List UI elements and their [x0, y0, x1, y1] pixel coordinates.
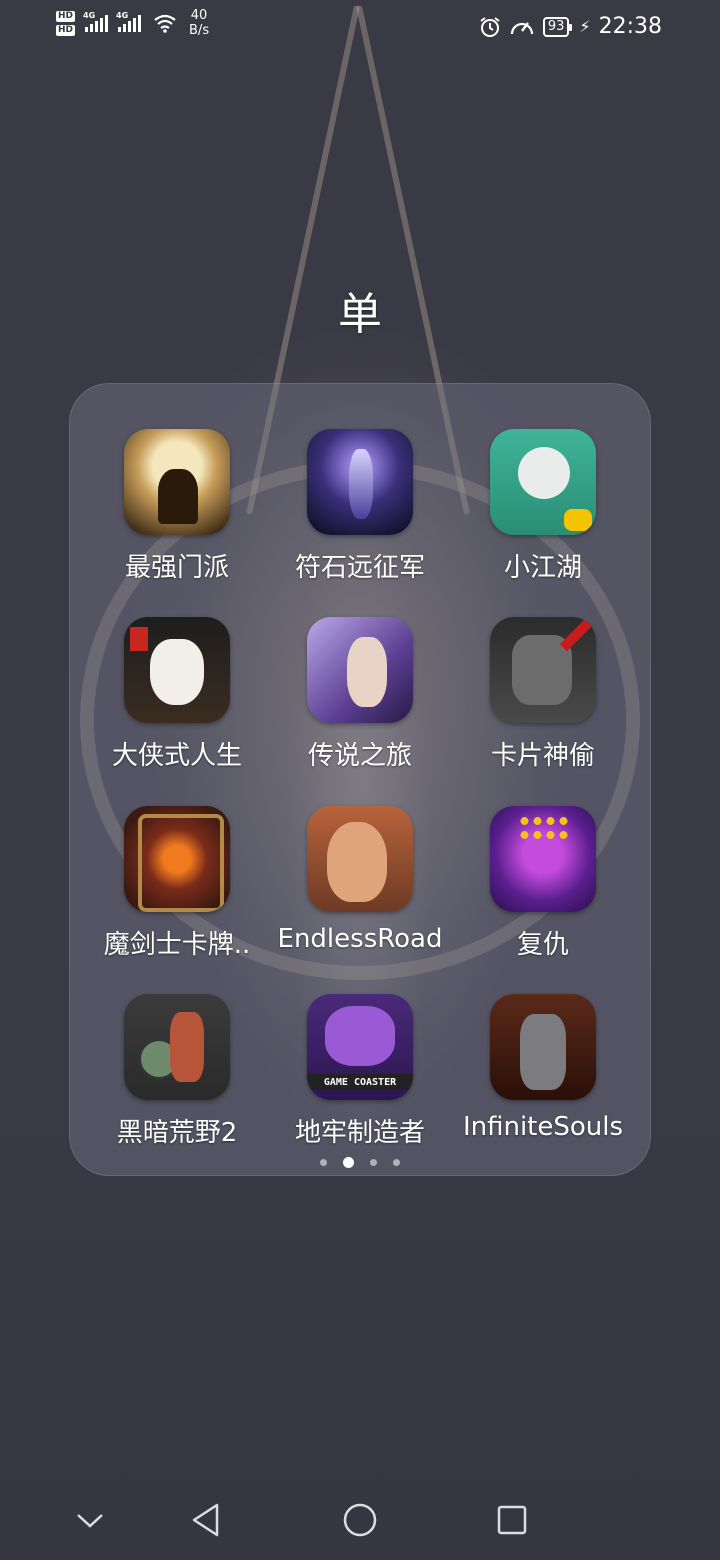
app-endless-road[interactable]: EndlessRoad — [268, 806, 452, 976]
heian-huangye-2-icon — [124, 994, 230, 1100]
battery-indicator: 93 — [542, 16, 572, 37]
hd-indicators: HD HD — [56, 10, 76, 36]
app-daxia-rensheng[interactable]: 大侠式人生 — [85, 617, 269, 787]
recents-icon — [497, 1505, 527, 1535]
app-label: EndlessRoad — [277, 924, 443, 954]
app-label: 小江湖 — [503, 553, 582, 583]
back-button[interactable] — [184, 1498, 228, 1542]
hd-badge-2: HD — [56, 24, 76, 36]
icon-logo-text: GAME COASTER — [323, 1077, 397, 1088]
back-icon — [192, 1503, 219, 1537]
clock: 22:38 — [598, 14, 662, 39]
app-label: 大侠式人生 — [111, 741, 242, 771]
wifi-icon — [154, 14, 176, 33]
network-speed-value: 40 — [190, 8, 208, 23]
app-label: 符石远征军 — [294, 553, 425, 583]
app-label: 传说之旅 — [307, 741, 412, 771]
app-fushi-yuanzhengjun[interactable]: 符石远征军 — [268, 429, 452, 599]
app-label: 地牢制造者 — [294, 1118, 425, 1148]
app-fuchou[interactable]: 复仇 — [451, 806, 635, 976]
chuanshuo-zhilv-icon — [307, 617, 413, 723]
network-type-2: 4G — [116, 11, 129, 20]
status-left: HD HD 4G 4G 40 B/s — [56, 8, 209, 38]
status-right: 93 ⚡ 22:38 — [479, 14, 662, 39]
network-speed: 40 B/s — [189, 8, 209, 38]
fushi-yuanzhengjun-icon — [307, 429, 413, 535]
endless-road-icon — [307, 806, 413, 912]
navigation-bar — [0, 1480, 720, 1560]
hd-badge-1: HD — [56, 10, 76, 22]
app-heian-huangye-2[interactable]: 黑暗荒野2 — [85, 994, 269, 1164]
dilao-zhizaozhe-icon: GAME COASTER — [307, 994, 413, 1100]
folder-panel: 最强门派 符石远征军 小江湖 大侠式人生 传说之旅 卡片神偷 魔剑士卡牌.. E… — [69, 383, 651, 1176]
folder-title[interactable]: 单 — [0, 278, 720, 342]
app-kapian-shentou[interactable]: 卡片神偷 — [451, 617, 635, 787]
page-dot-2-active[interactable] — [343, 1157, 354, 1168]
app-mojianshi-kapai[interactable]: 魔剑士卡牌.. — [85, 806, 269, 976]
home-button[interactable] — [338, 1498, 382, 1542]
network-speed-unit: B/s — [189, 23, 210, 38]
app-zuiqiang-menpai[interactable]: 最强门派 — [85, 429, 269, 599]
status-bar: HD HD 4G 4G 40 B/s 93 ⚡ 22:38 — [0, 0, 720, 56]
signal-icon-1: 4G — [83, 11, 109, 32]
infinite-souls-icon — [490, 994, 596, 1100]
page-indicator — [0, 1157, 720, 1168]
network-type-1: 4G — [83, 11, 96, 20]
zuiqiang-menpai-icon — [124, 429, 230, 535]
app-label: 黑暗荒野2 — [116, 1118, 238, 1148]
app-label: 魔剑士卡牌.. — [103, 930, 251, 960]
mojianshi-kapai-icon — [124, 806, 230, 912]
charging-icon: ⚡ — [579, 17, 591, 36]
app-label: InfiniteSouls — [462, 1112, 624, 1142]
daxia-rensheng-icon — [124, 617, 230, 723]
collapse-button[interactable] — [68, 1498, 112, 1542]
app-label: 卡片神偷 — [490, 741, 595, 771]
app-xiao-jianghu[interactable]: 小江湖 — [451, 429, 635, 599]
alarm-icon — [480, 16, 500, 37]
app-dilao-zhizaozhe[interactable]: GAME COASTER 地牢制造者 — [268, 994, 452, 1164]
app-infinite-souls[interactable]: InfiniteSouls — [451, 994, 635, 1164]
kapian-shentou-icon — [490, 617, 596, 723]
recents-button[interactable] — [490, 1498, 534, 1542]
signal-icon-2: 4G — [116, 11, 142, 32]
chevron-down-icon — [77, 1514, 103, 1528]
app-label: 最强门派 — [124, 553, 229, 583]
app-chuanshuo-zhilv[interactable]: 传说之旅 — [268, 617, 452, 787]
page-dot-3[interactable] — [370, 1159, 377, 1166]
page-dot-4[interactable] — [393, 1159, 400, 1166]
speedometer-icon — [510, 21, 533, 34]
xiao-jianghu-icon — [490, 429, 596, 535]
app-label: 复仇 — [516, 930, 569, 960]
page-dot-1[interactable] — [320, 1159, 327, 1166]
home-icon — [343, 1503, 377, 1537]
fuchou-icon — [490, 806, 596, 912]
